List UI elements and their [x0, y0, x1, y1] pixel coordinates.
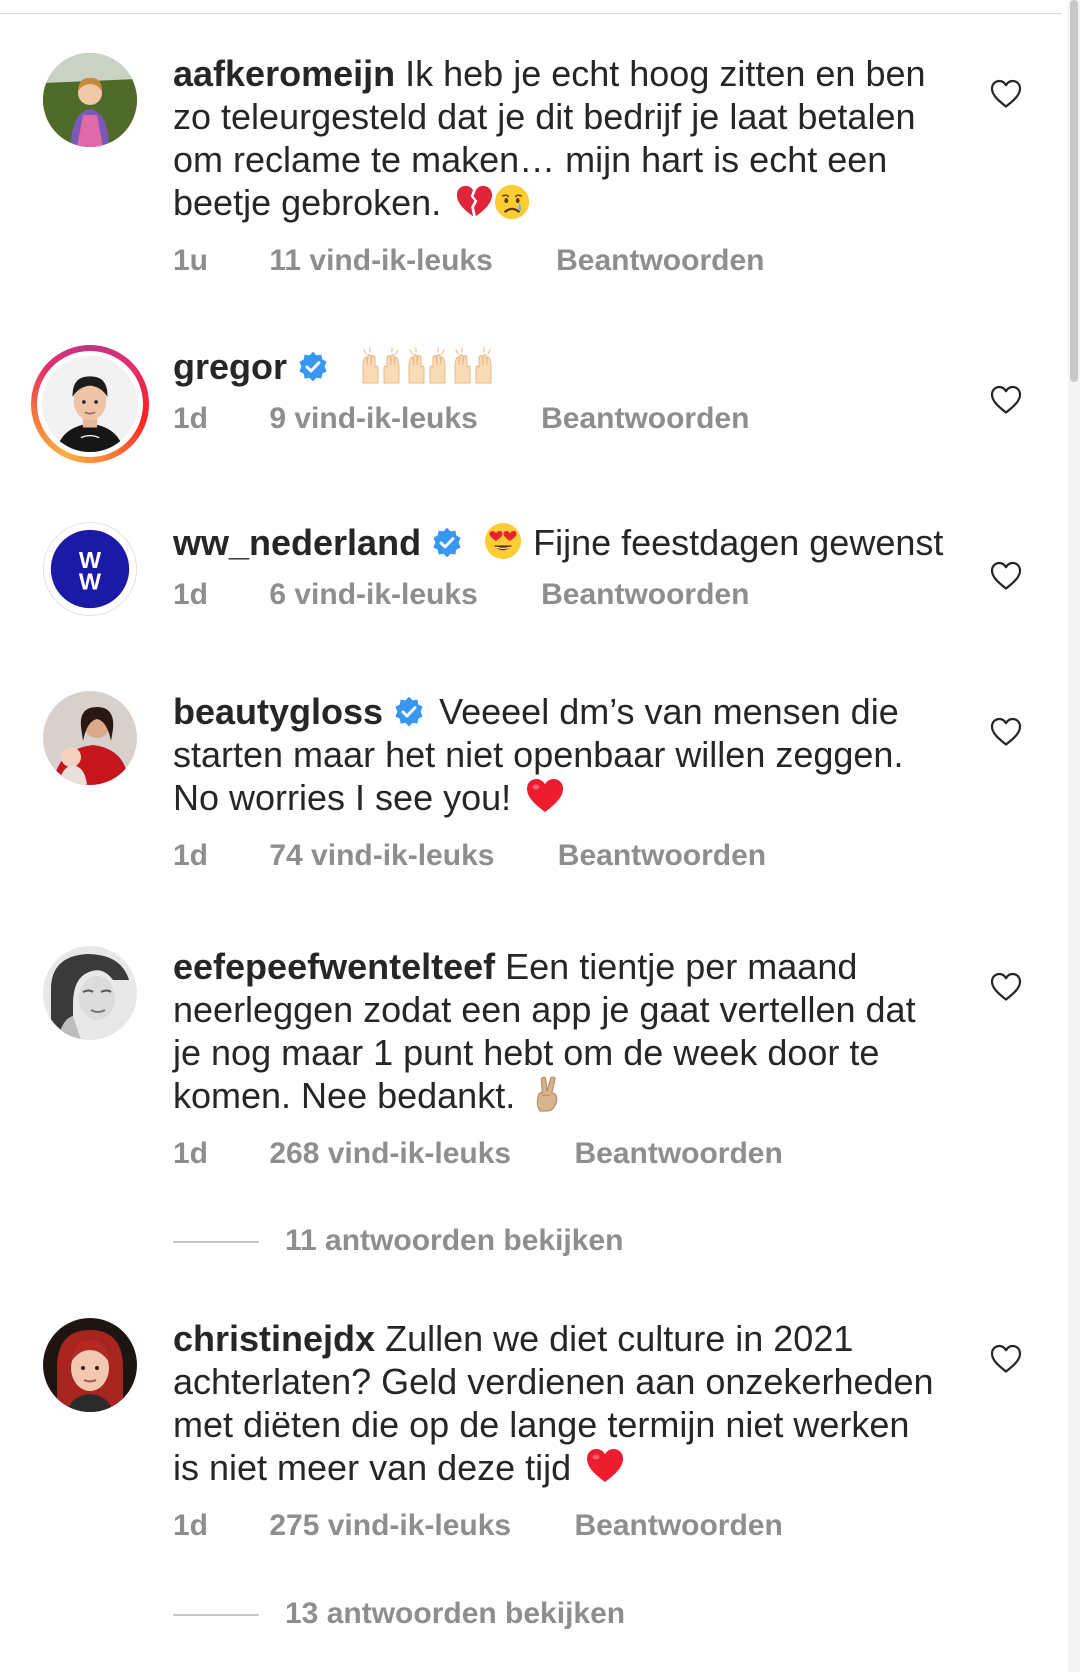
like-heart-icon[interactable] — [990, 561, 1022, 591]
comment-text: starten maar het niet openbaar willen ze… — [173, 734, 904, 775]
comment-text: Veeeel dm’s van mensen die — [439, 691, 899, 732]
username[interactable]: beautygloss — [173, 691, 383, 732]
verified-badge-icon — [297, 351, 329, 383]
avatar — [42, 356, 138, 452]
scrollbar-thumb[interactable] — [1070, 0, 1078, 382]
verified-badge-icon — [431, 527, 463, 559]
like-heart-icon[interactable] — [990, 972, 1022, 1002]
comment-body: eefepeefwentelteef Een tientje per maand… — [173, 945, 963, 1171]
view-replies-button[interactable]: 11 antwoorden bekijken — [173, 1224, 623, 1258]
like-count[interactable]: 74 vind-ik-leuks — [269, 839, 494, 873]
like-count[interactable]: 11 vind-ik-leuks — [269, 244, 492, 278]
comment-time[interactable]: 1u — [173, 244, 261, 278]
reply-button[interactable]: Beantwoorden — [556, 244, 764, 278]
like-count[interactable]: 6 vind-ik-leuks — [269, 578, 477, 612]
comment-text: is niet meer van deze tijd — [173, 1447, 572, 1488]
comment-text: om reclame te maken… mijn hart is echt e… — [173, 139, 888, 180]
red-heart-emoji — [525, 776, 565, 816]
like-heart-icon[interactable] — [990, 1344, 1022, 1374]
red-heart-emoji — [585, 1446, 625, 1486]
verified-badge-icon — [393, 696, 425, 728]
comment-text: Fijne feestdagen gewenst — [533, 522, 944, 563]
raising-hands-emoji — [451, 345, 495, 385]
comment-body: gregor 1d 9 vind-ik-leuks Beantwoorden — [173, 345, 963, 436]
comment-text: zo teleurgesteld dat je dit bedrijf je l… — [173, 96, 916, 137]
comment-text: je nog maar 1 punt hebt om de week door … — [173, 1032, 880, 1073]
comment-text: Ik heb je echt hoog zitten en ben — [405, 53, 926, 94]
comment-text: beetje gebroken. — [173, 182, 442, 223]
heart-eyes-emoji — [483, 521, 523, 561]
replies-divider — [173, 1241, 259, 1244]
comment-text: No worries I see you! — [173, 777, 512, 818]
victory-hand-emoji — [529, 1074, 567, 1114]
raising-hands-emoji — [359, 345, 403, 385]
view-replies-label[interactable]: 11 antwoorden bekijken — [285, 1224, 623, 1257]
crying-face-emoji — [493, 183, 531, 221]
like-count[interactable]: 9 vind-ik-leuks — [269, 402, 477, 436]
comment-time[interactable]: 1d — [173, 578, 261, 612]
comment-body: christinejdx Zullen we diet culture in 2… — [173, 1317, 963, 1543]
avatar[interactable] — [43, 691, 137, 785]
like-heart-icon[interactable] — [990, 717, 1022, 747]
reply-button[interactable]: Beantwoorden — [574, 1137, 782, 1171]
like-count[interactable]: 275 vind-ik-leuks — [269, 1509, 511, 1543]
reply-button[interactable]: Beantwoorden — [558, 839, 766, 873]
comment-time[interactable]: 1d — [173, 1509, 261, 1543]
view-replies-label[interactable]: 13 antwoorden bekijken — [285, 1597, 625, 1630]
username[interactable]: ww_nederland — [173, 522, 421, 563]
username[interactable]: gregor — [173, 346, 287, 387]
username[interactable]: christinejdx — [173, 1318, 375, 1359]
view-replies-button[interactable]: 13 antwoorden bekijken — [173, 1597, 625, 1631]
avatar[interactable]: W W — [43, 522, 137, 616]
avatar-story-ring[interactable] — [31, 345, 149, 463]
comment-text: neerleggen zodat een app je gaat vertell… — [173, 989, 916, 1030]
replies-divider — [173, 1614, 259, 1617]
comment-text: Een tientje per maand — [505, 946, 858, 987]
comment-body: beautygloss Veeeel dm’s van mensen die s… — [173, 690, 963, 873]
comment-text: met diëten die op de lange termijn niet … — [173, 1404, 910, 1445]
like-heart-icon[interactable] — [990, 79, 1022, 109]
comment-text: Zullen we diet culture in 2021 — [385, 1318, 854, 1359]
avatar[interactable] — [43, 1318, 137, 1412]
raising-hands-emoji — [405, 345, 449, 385]
scrollbar[interactable] — [1068, 0, 1080, 1672]
username[interactable]: eefepeefwentelteef — [173, 946, 495, 987]
comment-time[interactable]: 1d — [173, 1137, 261, 1171]
reply-button[interactable]: Beantwoorden — [541, 402, 749, 436]
broken-heart-emoji — [455, 183, 493, 221]
comment-body: ww_nederland Fijne feestdagen gewenst 1d… — [173, 521, 963, 612]
svg-text:W: W — [79, 569, 102, 595]
like-heart-icon[interactable] — [990, 385, 1022, 415]
comment-text: achterlaten? Geld verdienen aan onzekerh… — [173, 1361, 934, 1402]
comment-time[interactable]: 1d — [173, 402, 261, 436]
username[interactable]: aafkeromeijn — [173, 53, 395, 94]
comment-body: aafkeromeijn Ik heb je echt hoog zitten … — [173, 52, 963, 278]
comment-text: komen. Nee bedankt. — [173, 1075, 516, 1116]
reply-button[interactable]: Beantwoorden — [574, 1509, 782, 1543]
like-count[interactable]: 268 vind-ik-leuks — [269, 1137, 511, 1171]
top-divider — [0, 0, 1062, 14]
comment-time[interactable]: 1d — [173, 839, 261, 873]
avatar[interactable] — [43, 53, 137, 147]
avatar[interactable] — [43, 946, 137, 1040]
reply-button[interactable]: Beantwoorden — [541, 578, 749, 612]
